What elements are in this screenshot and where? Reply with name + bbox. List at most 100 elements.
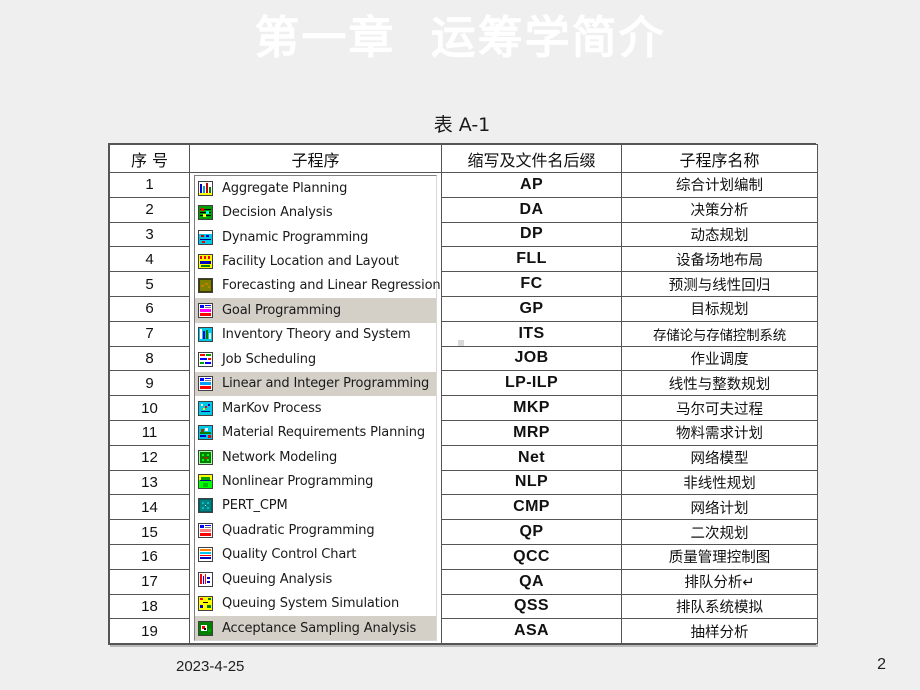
row-abbreviation: QP [441,519,622,545]
row-abbreviation: CMP [441,494,622,521]
row-chinese-name: 网络计划 [621,494,818,521]
subprogram-list-item[interactable]: Material Requirements Planning [195,420,436,445]
subprogram-list-item[interactable]: Acceptance Sampling Analysis [195,615,436,641]
subprogram-list-item[interactable]: Forecasting and Linear Regression [195,273,441,299]
subprogram-list-item-label: Acceptance Sampling Analysis [222,620,417,636]
subprogram-list-item[interactable]: Quality Control Chart [195,542,436,567]
inventory-theory-icon [198,327,213,343]
row-abbreviation: JOB [441,345,622,372]
subprogram-list-item-label: Quadratic Programming [222,522,375,538]
subprogram-list-item-label: Inventory Theory and System [222,327,411,343]
goal-programming-icon [198,302,213,318]
row-abbreviation: ASA [441,618,622,645]
subprogram-list-item-label: Queuing System Simulation [222,596,400,612]
subprogram-list-item[interactable]: Dynamic Programming [195,224,436,250]
material-requirements-icon [198,425,213,441]
row-chinese-name: 排队系统模拟 [621,593,818,620]
row-number: 6 [109,295,190,322]
row-chinese-name: 作业调度 [621,345,818,372]
row-number: 11 [109,419,190,446]
subprogram-list-item[interactable]: Nonlinear Programming [195,469,436,494]
row-chinese-name: 综合计划编制 [621,172,818,198]
facility-location-icon [198,254,213,270]
subprogram-list-item-label: Quality Control Chart [222,547,357,563]
row-chinese-name: 排队分析↵ [621,568,818,595]
subprogram-list-item-label: Queuing Analysis [222,571,333,587]
subprogram-list-item-label: Dynamic Programming [222,229,369,245]
row-abbreviation: QA [441,568,622,595]
row-abbreviation: QSS [441,593,622,620]
row-chinese-name: 存储论与存储控制系统 [621,320,818,347]
footer-page-number: 2 [877,656,886,673]
row-abbreviation: DA [441,196,622,223]
row-abbreviation: MKP [441,395,622,421]
forecasting-regression-icon [198,278,213,294]
dynamic-programming-icon [198,229,213,245]
markov-process-icon [198,400,213,416]
row-number: 9 [109,370,190,397]
row-chinese-name: 决策分析 [621,196,818,223]
subprogram-list-item[interactable]: Queuing Analysis [195,567,436,592]
row-number: 14 [109,494,190,521]
row-chinese-name: 目标规划 [621,295,818,322]
queuing-analysis-icon [198,571,213,587]
header-name: 子程序名称 [621,144,818,173]
row-number: 17 [109,568,190,595]
row-number: 8 [109,345,190,372]
row-number: 13 [109,469,190,496]
table-body: 1 Aggregate Planning Decision Analysis Dyna… [109,171,818,645]
subprogram-list-item-label: MarKov Process [222,400,322,416]
row-chinese-name: 二次规划 [621,519,818,545]
subprogram-list-item-label: Forecasting and Linear Regression [222,278,441,294]
subprogram-table: 序 号 子程序 缩写及文件名后缀 子程序名称 1 Aggregate Planni… [109,144,818,645]
row-abbreviation: GP [441,295,622,322]
row-chinese-name: 物料需求计划 [621,419,818,446]
linear-integer-programming-icon [198,376,213,392]
page-title: 第一章 运筹学简介 [254,11,666,64]
row-number: 19 [109,618,190,645]
row-number: 4 [109,246,190,273]
row-number: 15 [109,519,190,545]
subprogram-list-item-label: Linear and Integer Programming [222,376,430,392]
subprogram-list-item-label: Job Scheduling [222,351,316,367]
subprogram-list-item[interactable]: Queuing System Simulation [195,591,436,616]
subprogram-list-item[interactable]: Decision Analysis [195,200,436,225]
slide-title-bar: 第一章 运筹学简介 [0,8,920,68]
row-abbreviation: FLL [441,246,622,273]
row-abbreviation: MRP [441,419,622,446]
decision-analysis-icon [198,205,213,221]
row-number: 10 [109,395,190,421]
subprogram-list-item[interactable]: Inventory Theory and System [195,322,436,348]
subprogram-list-item-label: Facility Location and Layout [222,254,399,270]
subprogram-list-item[interactable]: Goal Programming [195,298,436,323]
header-abbr: 缩写及文件名后缀 [441,144,622,173]
row-chinese-name: 动态规划 [621,221,818,248]
subprogram-list-item[interactable]: Aggregate Planning [195,176,436,201]
row-number: 5 [109,271,190,297]
row-number: 7 [109,320,190,347]
row-chinese-name: 预测与线性回归 [621,271,818,297]
stray-pixel-artifact [458,340,464,346]
subprogram-list-item[interactable]: Quadratic Programming [195,518,436,543]
header-sub: 子程序 [189,144,442,173]
subprogram-list-item[interactable]: Job Scheduling [195,347,436,372]
quadratic-programming-icon [198,522,213,538]
row-abbreviation: Net [441,444,622,471]
row-chinese-name: 抽样分析 [621,618,818,645]
row-number: 3 [109,221,190,248]
subprogram-list-item[interactable]: PERT_CPM [195,493,436,519]
subprogram-list-item[interactable]: Facility Location and Layout [195,249,436,274]
subprogram-list-item-label: Goal Programming [222,302,341,318]
row-number: 2 [109,196,190,223]
row-chinese-name: 设备场地布局 [621,246,818,273]
row-chinese-name: 质量管理控制图 [621,543,818,570]
subprogram-list-item-label: Aggregate Planning [222,180,348,196]
subprogram-list-item[interactable]: MarKov Process [195,395,436,421]
row-abbreviation: NLP [441,469,622,496]
subprogram-table-container: 序 号 子程序 缩写及文件名后缀 子程序名称 1 Aggregate Planni… [108,143,818,646]
subprogram-list-item[interactable]: Network Modeling [195,444,436,470]
network-modeling-icon [198,449,213,465]
pert-cpm-icon [198,498,213,514]
subprogram-listbox[interactable]: Aggregate Planning Decision Analysis Dynam… [194,175,441,642]
subprogram-list-item[interactable]: Linear and Integer Programming [195,371,436,396]
